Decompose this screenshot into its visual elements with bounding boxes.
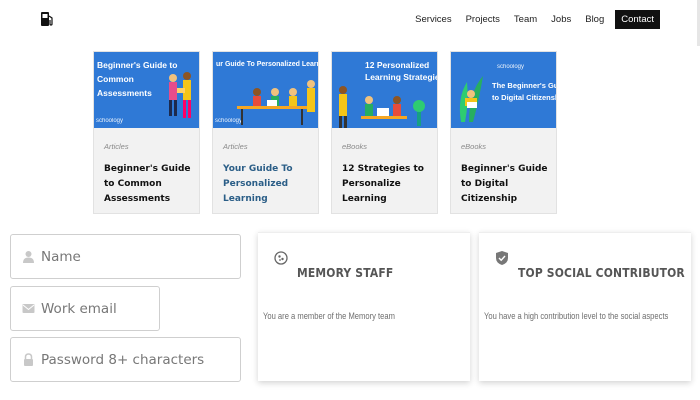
card-thumbnail: Beginner's Guide to Common Assessments s… [94,52,199,128]
resource-cards: Beginner's Guide to Common Assessments s… [93,51,557,214]
nav-contact-button[interactable]: Contact [615,10,660,29]
card-title[interactable]: Your Guide To Personalized Learning [223,162,312,207]
card-category: Articles [223,142,248,151]
thumbnail-title-line: 12 Personalized [365,60,430,70]
people-illustration [169,72,191,118]
resource-card[interactable]: schoology The Beginner's Guide to Digita… [450,51,557,214]
gas-pump-icon[interactable] [40,11,54,27]
work-email-field[interactable] [10,286,160,331]
nav-team-link[interactable]: Team [507,10,544,29]
envelope-icon [22,304,35,313]
badge-card: MEMORY STAFF You are a member of the Mem… [258,232,470,381]
resource-card[interactable]: 12 Personalized Learning Strategies eBoo… [331,51,438,214]
badge-title: TOP SOCIAL CONTRIBUTOR [518,265,685,280]
badge-description: You are a member of the Memory team [263,311,395,322]
memory-badge-icon [274,251,288,265]
badge-description: You have a high contribution level to th… [484,311,669,322]
thumbnail-title-line: ur Guide To Personalized Learning [216,61,318,68]
password-field[interactable] [10,337,241,382]
user-icon [23,251,34,263]
main-nav: Services Projects Team Jobs Blog Contact [408,10,660,29]
top-navigation-bar: Services Projects Team Jobs Blog Contact [0,0,700,46]
schoology-brand: schoology [497,64,525,70]
name-field[interactable] [10,234,241,279]
card-thumbnail: ur Guide To Personalized Learning school… [213,52,318,128]
resource-card[interactable]: ur Guide To Personalized Learning school… [212,51,319,214]
nav-jobs-link[interactable]: Jobs [544,10,578,29]
lock-icon [24,353,33,366]
card-title[interactable]: Beginner's Guide to Common Assessments [104,162,193,207]
classroom-illustration [237,80,315,125]
badge-title: MEMORY STAFF [297,265,394,280]
card-thumbnail: 12 Personalized Learning Strategies [332,52,437,128]
thumbnail-title-line: The Beginner's Guide [492,81,556,90]
nav-services-link[interactable]: Services [408,10,458,29]
card-category: eBooks [342,142,368,151]
thumbnail-title-line: to Digital Citizenship [492,93,556,102]
badge-card: TOP SOCIAL CONTRIBUTOR You have a high c… [479,232,691,381]
leaf-person-illustration [459,76,483,122]
card-thumbnail: schoology The Beginner's Guide to Digita… [451,52,556,128]
card-category: Articles [104,142,129,151]
card-category: eBooks [461,142,487,151]
card-title[interactable]: Beginner's Guide to Digital Citizenship [461,162,550,207]
nav-blog-link[interactable]: Blog [578,10,611,29]
name-input[interactable] [41,248,231,265]
nav-projects-link[interactable]: Projects [459,10,507,29]
email-input[interactable] [41,300,141,317]
shield-check-icon [496,251,508,265]
schoology-brand: schoology [96,118,124,124]
password-input[interactable] [41,351,231,368]
resource-card[interactable]: Beginner's Guide to Common Assessments s… [93,51,200,214]
card-title[interactable]: 12 Strategies to Personalize Learning [342,162,431,207]
learning-illustration [339,86,425,128]
